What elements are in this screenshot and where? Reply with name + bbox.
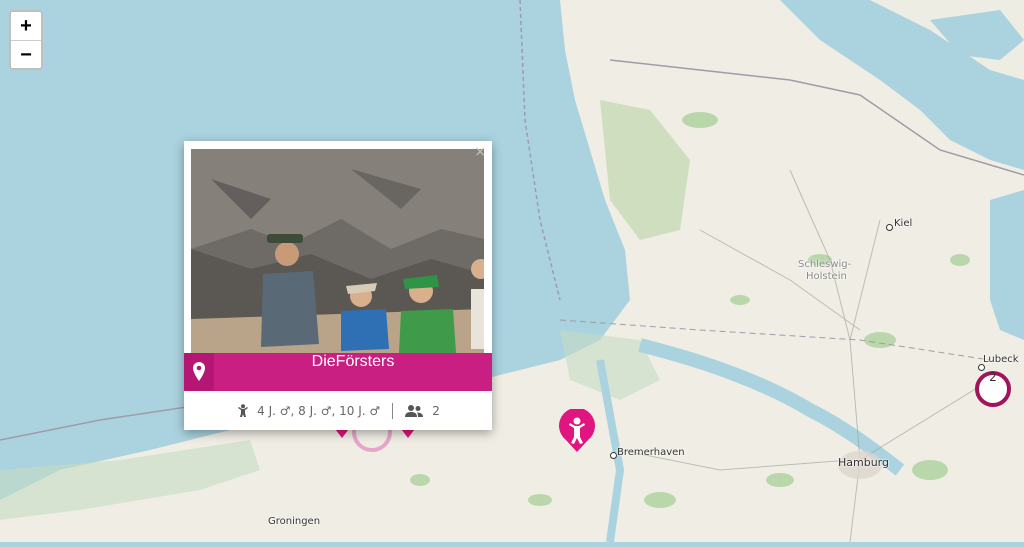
person-count: 2	[432, 403, 440, 418]
map-pin-icon	[184, 353, 214, 391]
family-name: DieFörsters	[311, 353, 395, 370]
family-marker[interactable]	[558, 407, 596, 453]
label-hamburg: Hamburg	[838, 456, 889, 469]
bremerhaven-dot	[610, 452, 617, 459]
children-ages: 4 J. ♂, 8 J. ♂, 10 J. ♂	[257, 403, 381, 418]
zoom-control: + −	[9, 10, 43, 70]
family-popup: × DieFörsters 4 J. ♂, 8 J. ♂, 10 J. ♂ 2	[184, 141, 492, 430]
zoom-in-button[interactable]: +	[11, 12, 41, 40]
zoom-out-button[interactable]: −	[11, 40, 41, 68]
label-schleswig-holstein-1: Schleswig-	[798, 259, 852, 270]
marker-cluster[interactable]: 2	[974, 370, 1012, 408]
child-icon	[236, 403, 250, 418]
kiel-dot	[886, 224, 893, 231]
label-kiel: Kiel	[894, 218, 913, 229]
label-lubeck: Lubeck	[983, 354, 1019, 365]
label-schleswig-holstein-2: Holstein	[806, 271, 847, 282]
label-groningen: Groningen	[268, 516, 321, 527]
family-name-bar[interactable]: DieFörsters	[184, 353, 492, 391]
label-bremerhaven: Bremerhaven	[617, 447, 685, 458]
close-icon[interactable]: ×	[474, 144, 486, 160]
cluster-count: 2	[989, 370, 997, 384]
family-marker-icon	[559, 407, 595, 452]
info-divider	[392, 402, 394, 419]
family-info: 4 J. ♂, 8 J. ♂, 10 J. ♂ 2	[184, 391, 492, 430]
family-photo	[191, 149, 484, 353]
people-icon	[405, 404, 424, 418]
